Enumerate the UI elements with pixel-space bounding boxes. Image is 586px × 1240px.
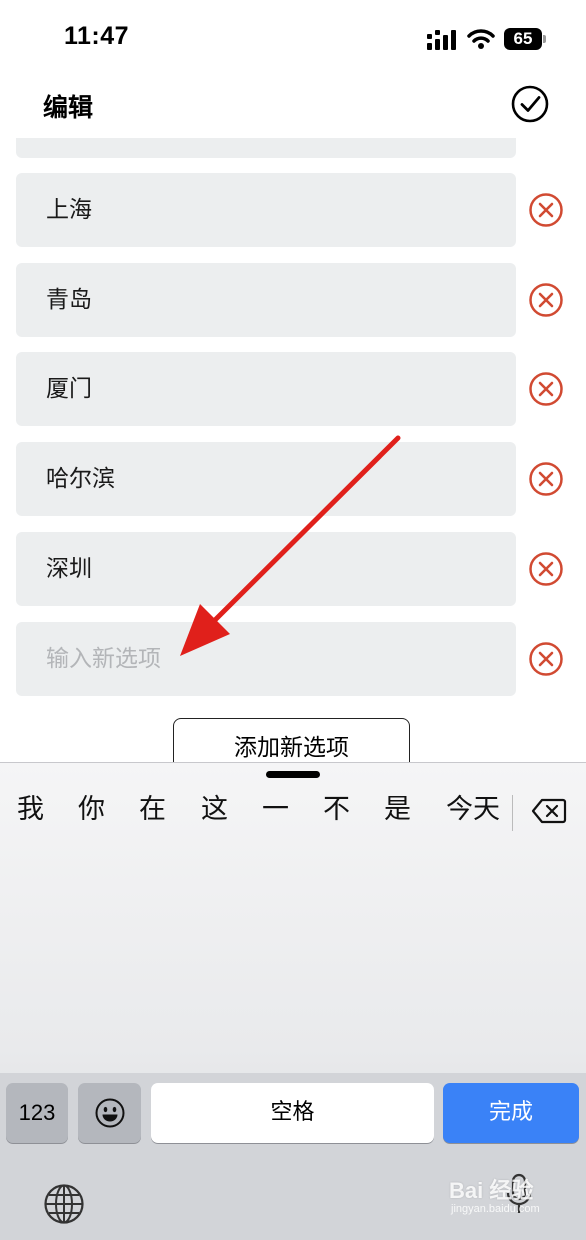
- space-key[interactable]: 空格: [151, 1083, 434, 1143]
- candidate-word[interactable]: 是: [384, 785, 411, 835]
- done-key[interactable]: 完成: [443, 1083, 579, 1143]
- candidate-word[interactable]: 你: [78, 785, 105, 835]
- candidate-word[interactable]: 这: [201, 785, 228, 835]
- remove-circle-icon[interactable]: [528, 641, 564, 677]
- option-label: 上海: [46, 197, 92, 223]
- globe-icon[interactable]: [43, 1183, 85, 1225]
- remove-circle-icon[interactable]: [528, 282, 564, 318]
- watermark-url: jingyan.baidu.com: [451, 1203, 540, 1215]
- candidate-word[interactable]: 一: [262, 785, 289, 835]
- candidate-bar: 我 你 在 这 一 不 是 今天: [0, 785, 586, 835]
- battery-indicator: 65: [504, 28, 542, 50]
- option-row[interactable]: 上海: [16, 173, 516, 247]
- key-123[interactable]: 123: [6, 1083, 68, 1143]
- nav-header: 编辑: [0, 70, 586, 138]
- candidate-word[interactable]: 我: [17, 785, 44, 835]
- option-row[interactable]: 青岛: [16, 263, 516, 337]
- emoji-icon: [95, 1098, 124, 1128]
- option-label: 深圳: [46, 556, 92, 582]
- battery-nub: [543, 35, 546, 43]
- page-title: 编辑: [43, 93, 94, 122]
- candidate-word[interactable]: 不: [323, 785, 350, 835]
- remove-circle-icon[interactable]: [528, 371, 564, 407]
- checkmark-circle-icon[interactable]: [511, 85, 549, 123]
- keyboard-drag-handle[interactable]: [266, 771, 320, 778]
- wifi-icon: [467, 29, 495, 49]
- status-bar: 11:47 65: [0, 0, 586, 70]
- option-label: 青岛: [46, 287, 92, 313]
- remove-circle-icon[interactable]: [528, 551, 564, 587]
- candidate-word[interactable]: 在: [139, 785, 166, 835]
- keyboard-bottom-row: 123 空格 完成 Bai 经验 jingyan.baidu.com: [0, 1073, 586, 1240]
- new-option-placeholder: 输入新选项: [46, 646, 161, 672]
- remove-circle-icon[interactable]: [528, 192, 564, 228]
- option-label: 哈尔滨: [46, 466, 115, 492]
- keyboard: 我 你 在 这 一 不 是 今天 123 空格 完成 Bai 经验 jingya…: [0, 762, 586, 1240]
- option-row[interactable]: 深圳: [16, 532, 516, 606]
- option-row[interactable]: 哈尔滨: [16, 442, 516, 516]
- new-option-input[interactable]: 输入新选项: [16, 622, 516, 696]
- status-time: 11:47: [64, 22, 130, 50]
- option-label: 厦门: [46, 376, 92, 402]
- option-row[interactable]: 厦门: [16, 352, 516, 426]
- cellular-signal-icon: [427, 30, 456, 50]
- remove-circle-icon[interactable]: [528, 461, 564, 497]
- candidate-word[interactable]: 今天: [446, 785, 500, 835]
- watermark-brand: Bai 经验: [449, 1178, 534, 1203]
- backspace-icon[interactable]: [531, 797, 567, 825]
- candidate-divider: [512, 795, 513, 831]
- emoji-key[interactable]: [78, 1083, 141, 1143]
